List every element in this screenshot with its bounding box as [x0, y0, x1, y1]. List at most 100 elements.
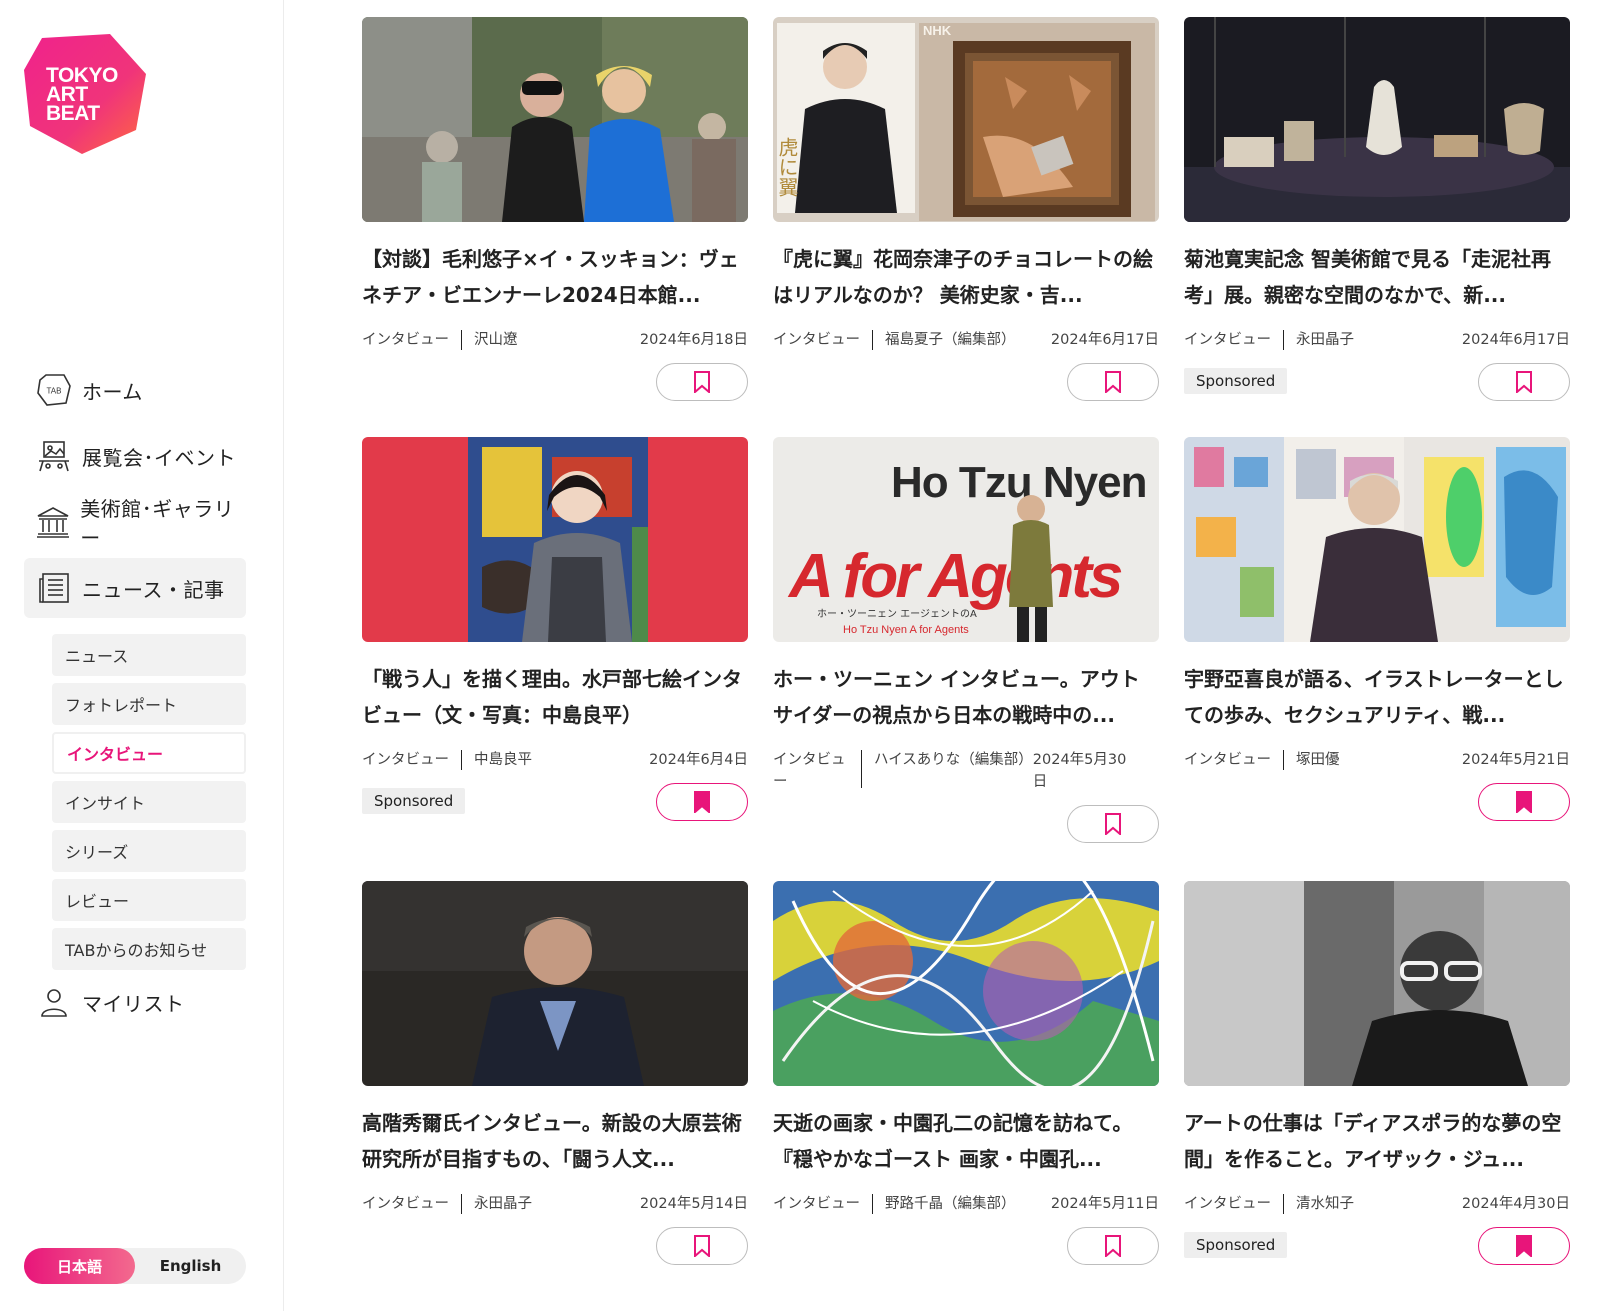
bookmark-button[interactable]: [656, 1227, 748, 1265]
article-title[interactable]: 高階秀爾氏インタビュー。新設の大原芸術研究所が目指すもの、「闘う人文...: [362, 1105, 748, 1177]
article-title[interactable]: 【対談】毛利悠子×イ・スッキョン：ヴェネチア・ビエンナーレ2024日本館...: [362, 241, 748, 313]
article-category[interactable]: インタビュー: [1184, 329, 1271, 351]
bookmark-button[interactable]: [1067, 805, 1159, 843]
nav-home[interactable]: TAB ホーム: [24, 360, 246, 420]
article-thumbnail[interactable]: [1184, 17, 1570, 222]
article-thumbnail[interactable]: [362, 17, 748, 222]
article-author[interactable]: ハイスありな（編集部）: [874, 749, 1033, 771]
article-actions: [773, 363, 1159, 401]
article-date: 2024年6月4日: [649, 752, 748, 768]
article-category[interactable]: インタビュー: [773, 329, 860, 351]
article-category[interactable]: インタビュー: [362, 749, 449, 771]
article-title[interactable]: ホー・ツーニェン インタビュー。アウトサイダーの視点から日本の戦時中の...: [773, 661, 1159, 733]
article-author[interactable]: 永田晶子: [1296, 329, 1462, 351]
subnav-news[interactable]: ニュース: [52, 634, 246, 676]
article-actions: [773, 1227, 1159, 1265]
article-title[interactable]: 天逝の画家・中園孔二の記憶を訪ねて。『穏やかなゴースト 画家・中園孔...: [773, 1105, 1159, 1177]
article-card[interactable]: 菊池寛実記念 智美術館で見る「走泥社再考」展。親密な空間のなかで、新... イン…: [1184, 17, 1570, 401]
meta-divider: [461, 330, 462, 350]
bookmark-button[interactable]: [1478, 363, 1570, 401]
article-date: 2024年6月17日: [1461, 332, 1570, 348]
article-card[interactable]: 虎に翼 NHK 『虎に翼』花岡奈津子のチョコレートの絵はリアルなのか？ 美術史家…: [773, 17, 1159, 401]
bookmark-button[interactable]: [656, 783, 748, 821]
meta-divider: [1283, 1194, 1284, 1214]
nav-exhibitions[interactable]: 展覧会･イベント: [24, 426, 246, 486]
article-actions: [362, 1227, 748, 1265]
svg-text:TAB: TAB: [47, 387, 62, 396]
nav-museums[interactable]: 美術館･ギャラリー: [24, 492, 246, 552]
article-thumbnail[interactable]: 虎に翼 NHK: [773, 17, 1159, 222]
news-subnav: ニュース フォトレポート インタビュー インサイト シリーズ レビュー TABか…: [52, 634, 246, 970]
article-title[interactable]: 『虎に翼』花岡奈津子のチョコレートの絵はリアルなのか？ 美術史家・吉...: [773, 241, 1159, 313]
article-card[interactable]: 高階秀爾氏インタビュー。新設の大原芸術研究所が目指すもの、「闘う人文... イン…: [362, 881, 748, 1265]
subnav-announcements[interactable]: TABからのお知らせ: [52, 928, 246, 970]
subnav-review[interactable]: レビュー: [52, 879, 246, 921]
bookmark-button[interactable]: [1478, 783, 1570, 821]
article-author[interactable]: 塚田優: [1296, 749, 1462, 771]
newspaper-icon: [36, 570, 72, 606]
subnav-series[interactable]: シリーズ: [52, 830, 246, 872]
article-category[interactable]: インタビュー: [773, 1193, 860, 1215]
bookmark-button[interactable]: [1067, 1227, 1159, 1265]
article-card[interactable]: 【対談】毛利悠子×イ・スッキョン：ヴェネチア・ビエンナーレ2024日本館... …: [362, 17, 748, 401]
article-category[interactable]: インタビュー: [362, 329, 449, 351]
article-author[interactable]: 中島良平: [474, 749, 649, 771]
article-card[interactable]: 宇野亞喜良が語る、イラストレーターとしての歩み、セクシュアリティ、戦... イン…: [1184, 437, 1570, 821]
article-thumbnail[interactable]: [773, 881, 1159, 1086]
article-actions: [1184, 783, 1570, 821]
article-category[interactable]: インタビュー: [1184, 1193, 1271, 1215]
subnav-interview[interactable]: インタビュー: [52, 732, 246, 774]
image-wall-caption: ホー・ツーニェン エージェントのA: [817, 608, 977, 620]
article-title[interactable]: アートの仕事は「ディアスポラ的な夢の空間」を作ること。アイザック・ジュ...: [1184, 1105, 1570, 1177]
meta-divider: [461, 750, 462, 770]
article-thumbnail[interactable]: [362, 437, 748, 642]
article-title[interactable]: 宇野亞喜良が語る、イラストレーターとしての歩み、セクシュアリティ、戦...: [1184, 661, 1570, 733]
subnav-photo-report[interactable]: フォトレポート: [52, 683, 246, 725]
article-author[interactable]: 野路千晶（編集部）: [885, 1193, 1051, 1215]
article-meta: インタビュー 沢山遼 2024年6月18日: [362, 329, 748, 351]
bookmark-icon: [1105, 1235, 1121, 1257]
article-title[interactable]: 「戦う人」を描く理由。水戸部七絵インタビュー（文・写真：中島良平）: [362, 661, 748, 733]
article-card[interactable]: 天逝の画家・中園孔二の記憶を訪ねて。『穏やかなゴースト 画家・中園孔... イン…: [773, 881, 1159, 1265]
article-meta: インタビュー 福島夏子（編集部） 2024年6月17日: [773, 329, 1159, 351]
image-wall-caption-en: Ho Tzu Nyen A for Agents: [843, 624, 969, 636]
article-meta: インタビュー 永田晶子 2024年5月14日: [362, 1193, 748, 1215]
image-caption-title: 虎に翼: [775, 137, 799, 197]
article-title[interactable]: 菊池寛実記念 智美術館で見る「走泥社再考」展。親密な空間のなかで、新...: [1184, 241, 1570, 313]
article-meta: インタビュー 野路千晶（編集部） 2024年5月11日: [773, 1193, 1159, 1215]
tokyo-art-beat-logo[interactable]: TOKYO ART BEAT: [24, 34, 148, 156]
bookmark-button[interactable]: [656, 363, 748, 401]
logo-wordmark: TOKYO ART BEAT: [46, 64, 118, 125]
article-author[interactable]: 永田晶子: [474, 1193, 640, 1215]
tab-badge-icon: TAB: [36, 372, 72, 408]
meta-divider: [872, 1194, 873, 1214]
article-author[interactable]: 沢山遼: [474, 329, 640, 351]
article-thumbnail[interactable]: [1184, 437, 1570, 642]
article-author[interactable]: 清水知子: [1296, 1193, 1462, 1215]
nav-mylist-label: マイリスト: [82, 991, 185, 1016]
bookmark-icon: [1105, 371, 1121, 393]
bookmark-button[interactable]: [1067, 363, 1159, 401]
article-category[interactable]: インタビュー: [1184, 749, 1271, 771]
nav-home-label: ホーム: [82, 379, 143, 404]
bookmark-icon: [694, 1235, 710, 1257]
nav-news[interactable]: ニュース・記事: [24, 558, 246, 618]
article-thumbnail[interactable]: [1184, 881, 1570, 1086]
meta-divider: [461, 1194, 462, 1214]
meta-divider: [861, 750, 862, 788]
subnav-insight[interactable]: インサイト: [52, 781, 246, 823]
article-author[interactable]: 福島夏子（編集部）: [885, 329, 1051, 351]
article-category[interactable]: インタビュー: [773, 749, 849, 793]
article-thumbnail[interactable]: Ho Tzu Nyen A for Agents ホー・ツーニェン エージェント…: [773, 437, 1159, 642]
article-card[interactable]: Ho Tzu Nyen A for Agents ホー・ツーニェン エージェント…: [773, 437, 1159, 843]
article-date: 2024年4月30日: [1461, 1196, 1570, 1212]
user-icon: [36, 984, 72, 1020]
nav-mylist[interactable]: マイリスト: [24, 977, 246, 1027]
lang-english-button[interactable]: English: [135, 1248, 246, 1284]
bookmark-button[interactable]: [1478, 1227, 1570, 1265]
article-category[interactable]: インタビュー: [362, 1193, 449, 1215]
lang-japanese-button[interactable]: 日本語: [24, 1248, 135, 1284]
article-card[interactable]: 「戦う人」を描く理由。水戸部七絵インタビュー（文・写真：中島良平） インタビュー…: [362, 437, 748, 821]
article-thumbnail[interactable]: [362, 881, 748, 1086]
article-card[interactable]: アートの仕事は「ディアスポラ的な夢の空間」を作ること。アイザック・ジュ... イ…: [1184, 881, 1570, 1265]
